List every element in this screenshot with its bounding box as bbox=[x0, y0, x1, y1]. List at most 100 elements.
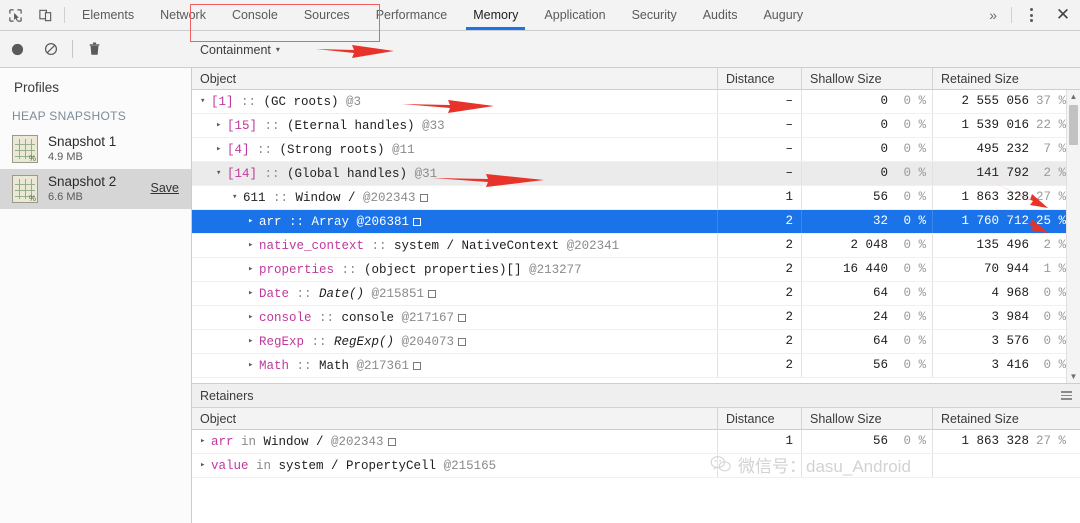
expand-triangle-icon[interactable]: ▸ bbox=[248, 330, 259, 353]
tab-network[interactable]: Network bbox=[147, 0, 219, 30]
table-row[interactable]: ▸ [15] :: (Eternal handles) @33–0 0 % 1 539… bbox=[192, 114, 1080, 138]
column-header-distance[interactable]: Distance bbox=[718, 407, 802, 430]
table-row[interactable]: ▸ arr :: Array @206381 2 32 0 % 1 760 712 25 % bbox=[192, 210, 1080, 234]
expand-triangle-icon[interactable]: ▸ bbox=[200, 430, 211, 453]
column-header-retained-size[interactable]: Retained Size bbox=[933, 68, 1072, 90]
tab-sources[interactable]: Sources bbox=[291, 0, 363, 30]
table-row[interactable]: ▸ Math :: Math @217361 2 56 0 % 3 416 0 % bbox=[192, 354, 1080, 378]
expand-triangle-icon[interactable]: ▸ bbox=[248, 282, 259, 305]
column-header-shallow-size[interactable]: Shallow Size bbox=[802, 68, 933, 90]
collapse-triangle-icon[interactable]: ▾ bbox=[232, 186, 243, 209]
collapse-triangle-icon[interactable]: ▾ bbox=[200, 90, 211, 113]
more-tabs-icon[interactable]: » bbox=[979, 0, 1007, 30]
scroll-down-icon[interactable]: ▼ bbox=[1067, 370, 1080, 383]
column-header-shallow-size[interactable]: Shallow Size bbox=[802, 407, 933, 430]
tab-memory[interactable]: Memory bbox=[460, 0, 531, 30]
object-separator: :: bbox=[289, 358, 320, 373]
cell-distance: – bbox=[718, 162, 802, 185]
expand-triangle-icon[interactable]: ▸ bbox=[248, 258, 259, 281]
record-circle-icon[interactable] bbox=[0, 31, 34, 68]
object-type: Date() bbox=[319, 286, 365, 301]
table-row[interactable]: ▾ 611 :: Window / @202343 1 56 0 % 1 863 328 2… bbox=[192, 186, 1080, 210]
cell-object: ▸ arr in Window / @202343 bbox=[192, 430, 718, 453]
shallow-size-percent: 0 % bbox=[903, 286, 926, 300]
cell-object: ▸ Date :: Date() @215851 bbox=[192, 282, 718, 305]
cell-distance: 2 bbox=[718, 210, 802, 233]
tab-augury[interactable]: Augury bbox=[750, 0, 816, 30]
object-name: console bbox=[259, 310, 312, 325]
close-icon[interactable]: ✕ bbox=[1046, 0, 1080, 30]
scroll-up-icon[interactable]: ▲ bbox=[1067, 90, 1080, 103]
expand-triangle-icon[interactable]: ▸ bbox=[248, 354, 259, 377]
table-row[interactable]: ▸ value in system / PropertyCell @215165 bbox=[192, 454, 1080, 478]
shallow-size-value: 0 bbox=[880, 118, 888, 132]
view-type-select[interactable]: Containment ▾ bbox=[200, 31, 280, 68]
table-row[interactable]: ▾ [14] :: (Global handles) @31–0 0 % 141 79… bbox=[192, 162, 1080, 186]
no-entry-icon[interactable] bbox=[34, 31, 68, 68]
device-toolbar-icon[interactable] bbox=[30, 0, 60, 30]
retained-size-percent: 37 % bbox=[1035, 94, 1066, 108]
table-row[interactable]: ▸ properties :: (object properties)[] @21… bbox=[192, 258, 1080, 282]
object-separator: :: bbox=[289, 286, 320, 301]
collapse-triangle-icon[interactable]: ▾ bbox=[216, 162, 227, 185]
detached-dom-badge-icon bbox=[387, 437, 396, 446]
tab-console[interactable]: Console bbox=[219, 0, 291, 30]
table-row[interactable]: ▸ native_context :: system / NativeContex… bbox=[192, 234, 1080, 258]
cell-distance: – bbox=[718, 114, 802, 137]
object-separator: :: bbox=[311, 310, 342, 325]
vertical-scrollbar[interactable]: ▲ ▼ bbox=[1066, 90, 1080, 383]
column-header-distance[interactable]: Distance bbox=[718, 68, 802, 90]
object-type: Window / bbox=[263, 434, 324, 449]
scrollbar-thumb[interactable] bbox=[1069, 105, 1078, 145]
object-id: @206381 bbox=[349, 214, 410, 229]
expand-triangle-icon[interactable]: ▸ bbox=[248, 306, 259, 329]
expand-triangle-icon[interactable]: ▸ bbox=[216, 138, 227, 161]
tab-elements[interactable]: Elements bbox=[69, 0, 147, 30]
column-header-object[interactable]: Object bbox=[192, 407, 718, 430]
cell-object: ▸ value in system / PropertyCell @215165 bbox=[192, 454, 718, 477]
cell-distance: 2 bbox=[718, 354, 802, 377]
table-row[interactable]: ▸ Date :: Date() @215851 2 64 0 % 4 968 0 % bbox=[192, 282, 1080, 306]
table-row[interactable]: ▸ RegExp :: RegExp() @204073 2 64 0 % 3 576 0 … bbox=[192, 330, 1080, 354]
retained-size-value: 135 496 bbox=[976, 238, 1029, 252]
retained-size-percent: 0 % bbox=[1043, 358, 1066, 372]
table-row[interactable]: ▸ console :: console @217167 2 24 0 % 3 984 0 … bbox=[192, 306, 1080, 330]
object-separator: :: bbox=[257, 118, 288, 133]
cell-object: ▾ [1] :: (GC roots) @3 bbox=[192, 90, 718, 113]
table-row[interactable]: ▾ [1] :: (GC roots) @3–0 0 % 2 555 056 37 % bbox=[192, 90, 1080, 114]
cell-shallow-size: 0 0 % bbox=[802, 162, 933, 185]
table-row[interactable]: ▸ arr in Window / @202343 1 56 0 % 1 863 328 2… bbox=[192, 430, 1080, 454]
expand-triangle-icon[interactable]: ▸ bbox=[216, 114, 227, 137]
expand-triangle-icon[interactable]: ▸ bbox=[248, 234, 259, 257]
retained-size-percent: 27 % bbox=[1035, 190, 1066, 204]
snapshot-item-2[interactable]: Snapshot 2 6.6 MB Save bbox=[0, 169, 191, 209]
trash-icon[interactable] bbox=[77, 31, 111, 68]
object-id: @215851 bbox=[364, 286, 425, 301]
more-options-icon[interactable] bbox=[1016, 0, 1046, 30]
tab-application[interactable]: Application bbox=[531, 0, 618, 30]
expand-triangle-icon[interactable]: ▸ bbox=[248, 210, 259, 233]
tab-audits[interactable]: Audits bbox=[690, 0, 751, 30]
table-row[interactable]: ▸ [4] :: (Strong roots) @11–0 0 % 495 232 7 … bbox=[192, 138, 1080, 162]
object-separator: :: bbox=[265, 190, 296, 205]
tab-security[interactable]: Security bbox=[619, 0, 690, 30]
inspect-element-icon[interactable] bbox=[0, 0, 30, 30]
column-header-retained-size[interactable]: Retained Size bbox=[933, 408, 1072, 430]
object-name: value bbox=[211, 458, 249, 473]
tabbar-divider-right bbox=[1011, 7, 1012, 23]
expand-triangle-icon[interactable]: ▸ bbox=[200, 454, 211, 477]
cell-retained-size: 3 984 0 % bbox=[933, 306, 1072, 329]
retained-size-percent: 22 % bbox=[1035, 118, 1066, 132]
save-snapshot-link[interactable]: Save bbox=[151, 181, 180, 195]
column-header-object[interactable]: Object bbox=[192, 68, 718, 90]
toolbar-divider bbox=[72, 40, 73, 58]
cell-retained-size: 495 232 7 % bbox=[933, 138, 1072, 161]
device-toolbar-glyph bbox=[38, 9, 51, 21]
shallow-size-value: 56 bbox=[872, 190, 888, 204]
object-separator: :: bbox=[304, 334, 335, 349]
retainers-title-bar: Retainers bbox=[192, 384, 1080, 408]
trash-glyph bbox=[89, 42, 99, 55]
tab-performance[interactable]: Performance bbox=[363, 0, 461, 30]
hamburger-menu-icon[interactable] bbox=[1061, 391, 1072, 400]
snapshot-item-1[interactable]: Snapshot 1 4.9 MB bbox=[0, 129, 191, 169]
